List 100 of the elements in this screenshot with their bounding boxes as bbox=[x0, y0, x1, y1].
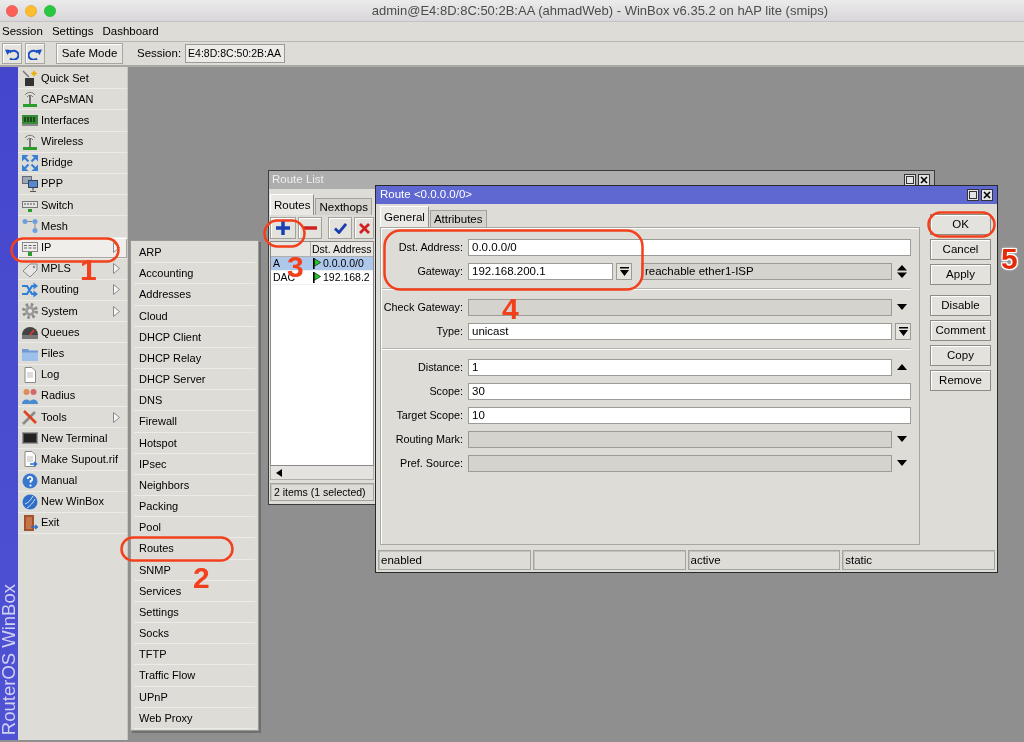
field-label: Session: bbox=[137, 46, 182, 61]
left-arrow-icon[interactable] bbox=[276, 468, 282, 477]
dialog-button[interactable]: Disable bbox=[930, 295, 991, 316]
menu-item[interactable]: DHCP Client bbox=[134, 326, 255, 348]
menu-item[interactable]: Manual bbox=[18, 470, 127, 492]
menu-item[interactable]: UPnP bbox=[134, 686, 255, 708]
menu-item[interactable]: Cloud bbox=[134, 305, 255, 327]
field-label: Type: bbox=[435, 324, 464, 338]
check-icon bbox=[333, 222, 347, 234]
text-field[interactable]: 0.0.0.0/0 bbox=[468, 238, 911, 256]
maximize-icon[interactable] bbox=[904, 174, 916, 186]
menu-item[interactable]: Traffic Flow bbox=[134, 665, 255, 687]
tab[interactable]: Attributes bbox=[429, 210, 487, 227]
undo-icon bbox=[5, 47, 19, 60]
dialog-button[interactable]: Apply bbox=[930, 264, 991, 285]
menu-item[interactable]: Radius bbox=[18, 385, 127, 407]
safe-mode-button[interactable]: Safe Mode bbox=[56, 43, 123, 64]
up-down-arrows-icon[interactable] bbox=[896, 264, 907, 278]
menu-item[interactable]: Switch bbox=[18, 195, 127, 217]
menu-item[interactable]: Firewall bbox=[134, 411, 255, 433]
menu-bar-item[interactable]: Settings bbox=[51, 24, 94, 39]
dialog-button[interactable]: OK bbox=[930, 214, 991, 235]
menu-item[interactable]: Neighbors bbox=[134, 474, 255, 497]
menu-item[interactable]: Log bbox=[18, 364, 127, 386]
undo-button[interactable] bbox=[2, 43, 22, 64]
text-field[interactable]: 30 bbox=[468, 382, 911, 400]
field-label: Pref. Source: bbox=[399, 456, 464, 470]
menu-item[interactable]: TFTP bbox=[134, 644, 255, 666]
caret-down-icon[interactable] bbox=[896, 460, 907, 466]
menu-item[interactable]: Exit bbox=[18, 512, 127, 535]
dropdown-button[interactable] bbox=[895, 322, 911, 340]
menu-item[interactable]: Files bbox=[18, 343, 127, 365]
menu-item[interactable]: Settings bbox=[134, 601, 255, 624]
menu-item[interactable]: Web Proxy bbox=[134, 707, 255, 729]
wand-icon bbox=[22, 70, 38, 87]
menu-item[interactable]: Routes bbox=[134, 538, 255, 560]
window-title: Route List bbox=[272, 173, 324, 187]
menu-item[interactable]: Packing bbox=[134, 496, 255, 518]
up-arrow-icon[interactable] bbox=[896, 364, 907, 370]
menu-item[interactable]: Accounting bbox=[134, 263, 255, 285]
field-label: Gateway: bbox=[416, 264, 464, 278]
maximize-icon[interactable] bbox=[967, 189, 979, 201]
dropdown-button[interactable] bbox=[616, 262, 632, 280]
globe-icon bbox=[22, 493, 38, 510]
menu-item[interactable]: Addresses bbox=[134, 284, 255, 306]
enable-button[interactable] bbox=[328, 217, 352, 239]
step-number: 4 bbox=[502, 294, 519, 324]
menu-item[interactable]: Pool bbox=[134, 517, 255, 539]
menu-item[interactable]: Hotspot bbox=[134, 432, 255, 454]
menu-item[interactable]: Socks bbox=[134, 623, 255, 645]
menu-item[interactable]: Wireless bbox=[18, 131, 127, 153]
window-close-icon[interactable] bbox=[6, 4, 18, 17]
disable-button[interactable] bbox=[354, 217, 374, 239]
menu-bar-item[interactable]: Dashboard bbox=[102, 24, 159, 39]
menu-bar-item[interactable]: Session bbox=[2, 24, 43, 39]
menu-item[interactable]: IPsec bbox=[134, 453, 255, 475]
menu-item[interactable]: New WinBox bbox=[18, 491, 127, 513]
menu-item[interactable]: Queues bbox=[18, 322, 127, 344]
terminal-icon bbox=[22, 430, 38, 447]
network-card-icon bbox=[22, 112, 38, 129]
menu-item[interactable]: PPP bbox=[18, 173, 127, 196]
dialog-button[interactable]: Copy bbox=[930, 345, 991, 366]
menu-item[interactable]: Interfaces bbox=[18, 110, 127, 132]
select-field[interactable] bbox=[468, 454, 892, 472]
text-field[interactable]: 10 bbox=[468, 406, 911, 424]
menu-item[interactable]: Routing bbox=[18, 279, 127, 302]
dialog-button[interactable]: Cancel bbox=[930, 239, 991, 260]
menu-item[interactable]: Mesh bbox=[18, 216, 127, 238]
menu-item[interactable]: Quick Set bbox=[18, 68, 127, 90]
tab[interactable]: Routes bbox=[270, 194, 315, 215]
menu-item[interactable]: DNS bbox=[134, 390, 255, 412]
menu-item[interactable]: Make Supout.rif bbox=[18, 449, 127, 471]
menu-item[interactable]: Tools bbox=[18, 407, 127, 429]
caret-down-icon[interactable] bbox=[896, 436, 907, 442]
status-cell: active bbox=[687, 550, 841, 570]
plus-icon bbox=[276, 221, 290, 235]
tab[interactable]: General bbox=[380, 206, 429, 227]
remove-button[interactable] bbox=[298, 217, 322, 239]
dialog-button[interactable]: Comment bbox=[930, 320, 991, 341]
select-field[interactable] bbox=[468, 430, 892, 448]
menu-item[interactable]: Bridge bbox=[18, 152, 127, 174]
menu-item[interactable]: System bbox=[18, 301, 127, 323]
menu-item[interactable]: CAPsMAN bbox=[18, 89, 127, 111]
menu-item[interactable]: DHCP Server bbox=[134, 369, 255, 391]
close-icon[interactable] bbox=[981, 189, 993, 201]
caret-down-icon[interactable] bbox=[896, 304, 907, 310]
text-field[interactable]: 192.168.200.1 bbox=[468, 262, 613, 280]
menu-item[interactable]: DHCP Relay bbox=[134, 347, 255, 370]
tab[interactable]: Nexthops bbox=[315, 198, 373, 215]
menu-item[interactable]: ARP bbox=[134, 242, 255, 264]
redo-button[interactable] bbox=[25, 43, 45, 64]
menu-item[interactable]: New Terminal bbox=[18, 428, 127, 450]
dialog-button[interactable]: Remove bbox=[930, 370, 991, 391]
table-cell: 0.0.0.0/0 bbox=[323, 257, 364, 270]
close-icon[interactable] bbox=[918, 174, 930, 186]
session-field[interactable]: E4:8D:8C:50:2B:AA bbox=[185, 44, 286, 63]
combo-field[interactable]: unicast bbox=[468, 322, 892, 340]
number-field[interactable]: 1 bbox=[468, 358, 892, 376]
monitors-icon bbox=[22, 176, 38, 193]
arrows-icon bbox=[22, 154, 38, 171]
